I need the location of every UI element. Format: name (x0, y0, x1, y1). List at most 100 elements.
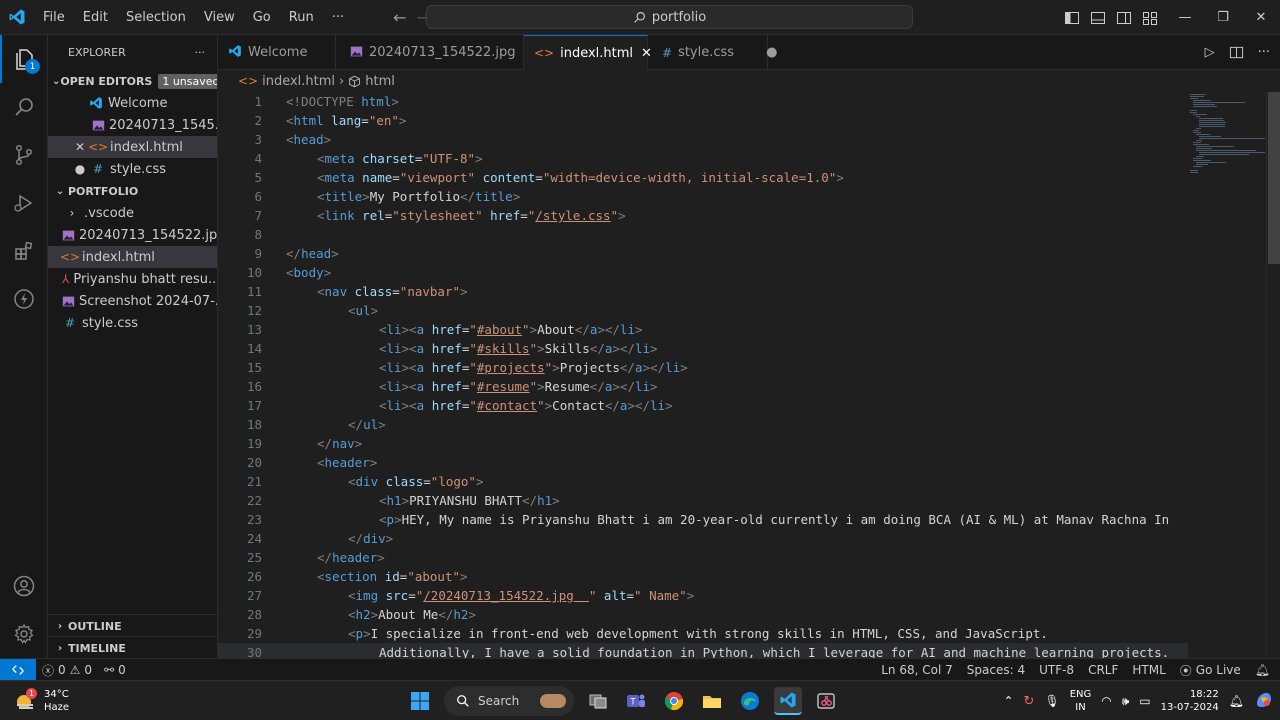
restore-icon[interactable]: ❐ (1204, 0, 1242, 35)
minimize-icon[interactable]: — (1166, 0, 1204, 35)
weather-widget[interactable]: 1 34°C Haze (14, 686, 69, 716)
microphone-icon[interactable]: 🎙︎ (1044, 694, 1059, 708)
code-line: 25 </header> (218, 548, 1188, 567)
close-icon[interactable]: ✕ (72, 140, 88, 154)
svg-text:T: T (630, 697, 636, 707)
live-share-activity[interactable] (0, 275, 48, 323)
toggle-secondary-sidebar-icon[interactable] (1116, 10, 1132, 26)
menu-edit[interactable]: Edit (74, 0, 117, 35)
tab-label: 20240713_154522.jpg (369, 45, 516, 60)
code-editor[interactable]: 1 <!DOCTYPE html> 2 <html lang="en"> 3 <hea… (218, 92, 1280, 658)
toggle-panel-icon[interactable] (1090, 10, 1106, 26)
menu-selection[interactable]: Selection (117, 0, 195, 35)
ports-status[interactable]: ⚯ 0 (104, 663, 126, 677)
symbol-element-icon (349, 75, 361, 87)
css-icon: # (662, 45, 673, 60)
copilot-icon[interactable] (1254, 690, 1274, 713)
open-editors-header[interactable]: ⌄ OPEN EDITORS 1 unsaved (48, 70, 217, 92)
language-mode[interactable]: HTML (1132, 663, 1165, 677)
snipping-tool-icon[interactable] (812, 687, 840, 715)
tab-image[interactable]: 20240713_154522.jpg (336, 35, 524, 70)
code-text: </head> (286, 246, 339, 261)
code-line: 19 </nav> (218, 434, 1188, 453)
command-center-search[interactable]: portfolio (426, 5, 913, 29)
outline-section[interactable]: › OUTLINE (48, 614, 217, 636)
search-activity[interactable] (0, 83, 48, 131)
code-line: 3 <head> (218, 130, 1188, 149)
file-screenshot[interactable]: Screenshot 2024-07-... (48, 290, 217, 312)
clock[interactable]: 18:22 13-07-2024 (1161, 688, 1219, 714)
css-icon: # (92, 162, 104, 176)
notification-bell-icon[interactable]: 🔔︎ (1229, 694, 1244, 708)
remote-indicator-icon[interactable] (0, 659, 36, 681)
open-editor-label: 20240713_1545... (109, 117, 217, 133)
folder-vscode[interactable]: › .vscode (48, 202, 217, 224)
taskbar-search[interactable]: Search (444, 686, 574, 716)
tab-style-css[interactable]: # style.css ● (648, 35, 777, 70)
timeline-section[interactable]: › TIMELINE (48, 636, 217, 658)
file-style-css[interactable]: # style.css (48, 312, 217, 334)
open-editor-welcome[interactable]: Welcome (48, 92, 217, 114)
file-explorer-icon[interactable] (698, 687, 726, 715)
open-editor-image[interactable]: 20240713_1545... (48, 114, 217, 136)
menu-run[interactable]: Run (280, 0, 323, 35)
chrome-icon[interactable] (660, 687, 688, 715)
customize-layout-icon[interactable] (1142, 10, 1158, 26)
file-encoding[interactable]: UTF-8 (1039, 663, 1074, 677)
close-window-icon[interactable]: ✕ (1242, 0, 1280, 35)
file-jpg[interactable]: 20240713_154522.jpg (48, 224, 217, 246)
problems-status[interactable]: ⓧ 0 ⚠ 0 (42, 662, 92, 679)
accounts-activity[interactable] (0, 562, 48, 610)
breadcrumb-node[interactable]: html (365, 74, 395, 89)
vertical-scrollbar[interactable] (1266, 92, 1280, 658)
menu-view[interactable]: View (195, 0, 244, 35)
breadcrumb-file[interactable]: indexl.html (262, 74, 335, 89)
teams-icon[interactable]: T (622, 687, 650, 715)
cursor-position[interactable]: Ln 68, Col 7 (881, 663, 953, 677)
explorer-more-button[interactable]: ··· (195, 46, 206, 59)
edge-icon[interactable] (736, 687, 764, 715)
source-control-activity[interactable] (0, 131, 48, 179)
pdf-icon: ⅄ (62, 272, 70, 286)
notifications-icon[interactable]: 🔔︎ (1255, 663, 1270, 677)
windows-start-icon[interactable] (406, 687, 434, 715)
unsaved-dot-icon[interactable]: ● (766, 45, 777, 60)
run-icon[interactable]: ▷ (1205, 45, 1215, 60)
menu-more[interactable]: ··· (323, 0, 353, 35)
status-left: ⓧ 0 ⚠ 0 ⚯ 0 (42, 659, 126, 681)
run-debug-activity[interactable] (0, 179, 48, 227)
volume-icon[interactable]: 🕪︎ (1122, 694, 1130, 709)
vscode-taskbar-icon[interactable] (774, 687, 802, 715)
open-editor-label: Welcome (108, 95, 168, 111)
language-indicator[interactable]: ENG IN (1070, 688, 1092, 714)
task-view-icon[interactable] (584, 687, 612, 715)
line-number: 16 (246, 379, 262, 394)
wifi-icon[interactable]: ◠ (1101, 694, 1111, 708)
go-live-button[interactable]: ⦿ Go Live (1180, 662, 1241, 679)
menu-file[interactable]: File (34, 0, 74, 35)
scrollbar-thumb[interactable] (1268, 92, 1280, 264)
indentation[interactable]: Spaces: 4 (967, 663, 1025, 677)
toggle-sidebar-icon[interactable] (1064, 10, 1080, 26)
sync-icon[interactable]: ↻ (1024, 694, 1035, 709)
tab-welcome[interactable]: Welcome (218, 35, 336, 70)
tab-indexl-html[interactable]: <> indexl.html ✕ (524, 35, 652, 70)
back-arrow-icon[interactable]: ← (393, 8, 406, 27)
split-editor-icon[interactable] (1229, 45, 1244, 60)
file-indexl-html[interactable]: <> indexl.html (48, 246, 217, 268)
explorer-activity[interactable]: 1 (0, 35, 48, 83)
portfolio-header[interactable]: ⌄ PORTFOLIO (48, 180, 217, 202)
minimap[interactable] (1188, 92, 1268, 192)
end-of-line[interactable]: CRLF (1088, 663, 1118, 677)
manage-activity[interactable] (0, 610, 48, 658)
chevron-up-icon[interactable]: ⌃ (1003, 694, 1013, 708)
vscode-icon (88, 96, 104, 110)
extensions-activity[interactable] (0, 227, 48, 275)
more-actions-icon[interactable]: ··· (1258, 45, 1270, 60)
open-editor-style-css[interactable]: ● # style.css (48, 158, 217, 180)
menu-go[interactable]: Go (244, 0, 280, 35)
css-icon: # (64, 316, 76, 330)
file-resume-pdf[interactable]: ⅄ Priyanshu bhatt resu... (48, 268, 217, 290)
open-editor-indexl-html[interactable]: ✕ <> indexl.html (48, 136, 217, 158)
battery-icon[interactable]: ▭ (1139, 694, 1150, 708)
